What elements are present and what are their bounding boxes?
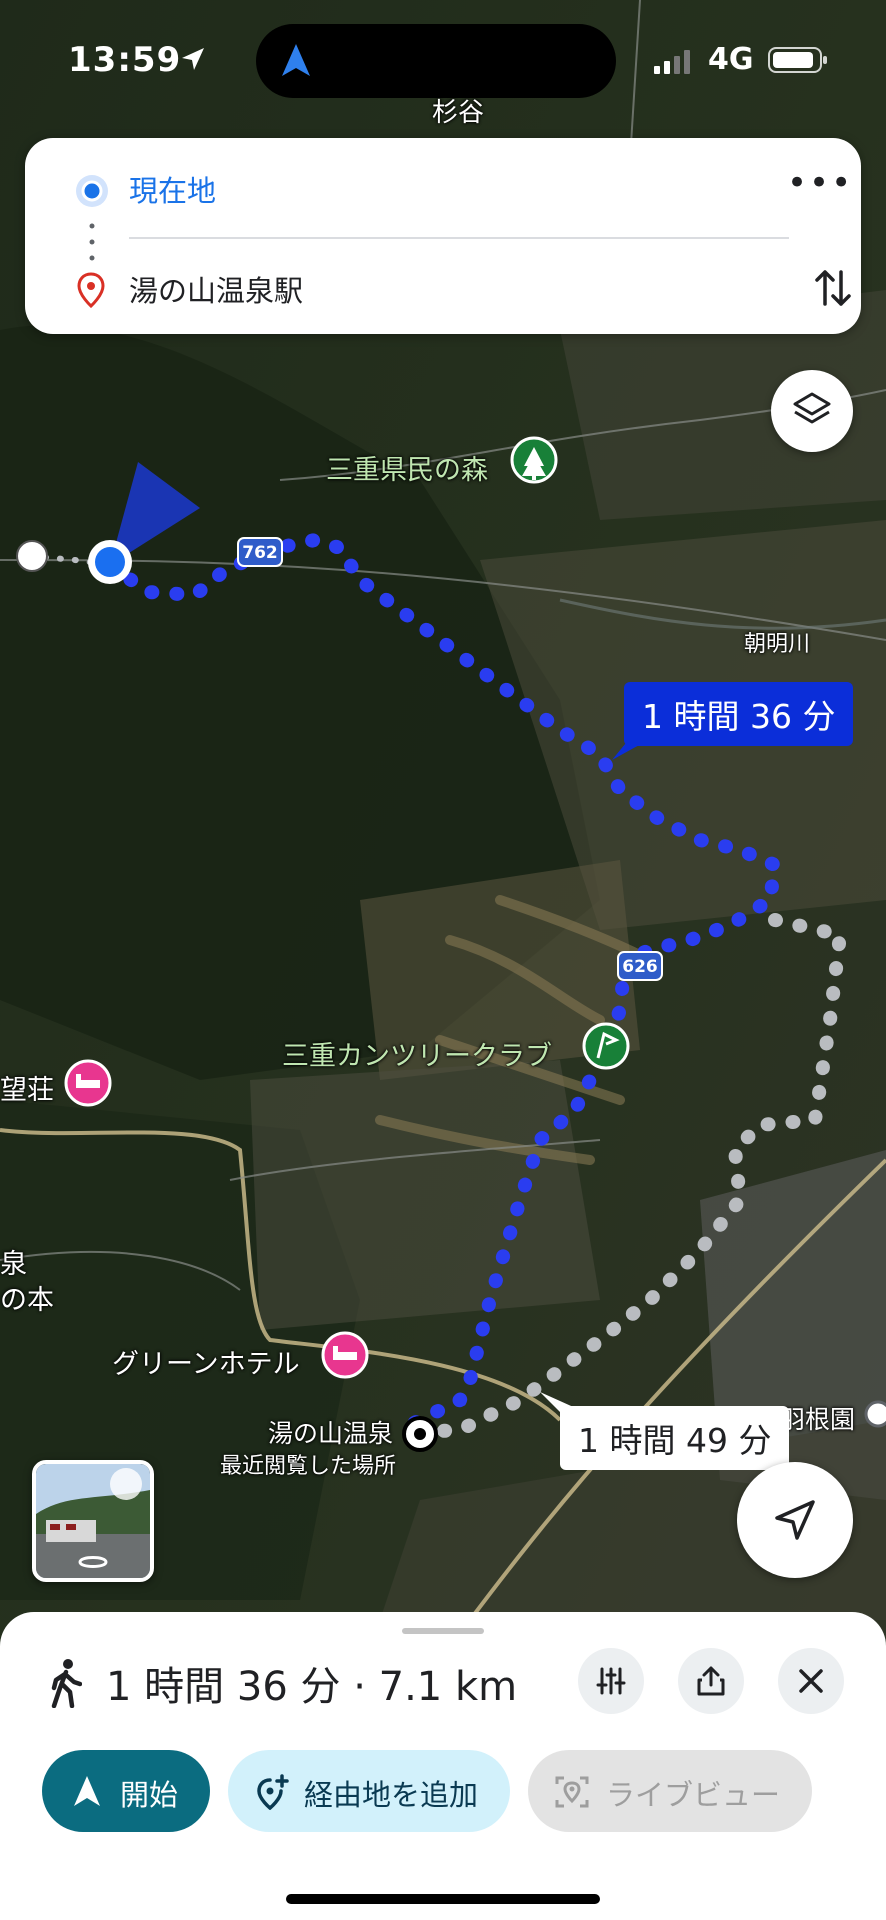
route-summary: 1 時間 36 分 · 7.1 km [106, 1664, 518, 1710]
street-view-image [36, 1464, 150, 1578]
map-label-nohon: の本 [0, 1285, 54, 1316]
golf-pin-icon [582, 1022, 630, 1070]
add-stop-label: 経由地を追加 [304, 1778, 479, 1812]
navigation-arrow-icon [282, 44, 310, 76]
field-divider [129, 237, 789, 239]
layers-button[interactable] [771, 370, 853, 452]
location-arrow-icon [182, 48, 204, 70]
origin-gray-dot [16, 540, 48, 572]
current-location-icon [76, 175, 108, 207]
share-button[interactable] [678, 1648, 744, 1714]
forest-pin-icon [510, 436, 558, 484]
map-label-forest[interactable]: 三重県民の森 [326, 448, 488, 487]
map-label-green-hotel[interactable]: グリーンホテル [112, 1342, 300, 1381]
destination-field[interactable]: 湯の山温泉駅 [129, 268, 303, 310]
dynamic-island [256, 24, 616, 98]
hotel-pin-icon [321, 1331, 369, 1379]
status-time: 13:59 [68, 40, 182, 80]
share-icon [697, 1666, 725, 1696]
map-label-onsen: 泉 [0, 1249, 27, 1280]
add-stop-button[interactable]: 経由地を追加 [228, 1750, 510, 1832]
origin-field[interactable]: 現在地 [129, 168, 216, 210]
map-label-hotel-left[interactable]: 望荘 [0, 1068, 54, 1107]
navigation-arrow-icon [775, 1500, 815, 1540]
sheet-drag-handle[interactable] [402, 1628, 484, 1634]
add-location-icon [257, 1774, 289, 1810]
destination-pin-icon [77, 272, 105, 308]
signal-icon [654, 50, 690, 74]
street-view-thumbnail[interactable] [32, 1460, 154, 1582]
svg-text:762: 762 [242, 543, 278, 563]
start-button-label: 開始 [120, 1778, 179, 1812]
layers-icon [793, 392, 831, 424]
start-button[interactable]: 開始 [42, 1750, 210, 1832]
close-icon [799, 1669, 823, 1693]
network-type: 4G [708, 42, 754, 77]
directions-bottom-sheet: 1 時間 36 分 · 7.1 km 開始 経由地を追加 ライブビュー [0, 1612, 886, 1920]
alternate-route-time-bubble[interactable]: 1 時間 49 分 [560, 1406, 790, 1470]
recenter-button[interactable] [737, 1462, 853, 1578]
live-view-icon [555, 1776, 589, 1808]
road-shield-762: 762 [237, 537, 283, 567]
navigation-arrow-icon [74, 1776, 100, 1806]
live-view-label: ライブビュー [606, 1778, 781, 1812]
status-bar: 13:59 4G [0, 0, 886, 120]
route-options-button[interactable] [578, 1648, 644, 1714]
map-label-golf[interactable]: 三重カンツリークラブ [282, 1034, 552, 1073]
battery-icon [768, 47, 827, 73]
close-button[interactable] [778, 1648, 844, 1714]
live-view-button[interactable]: ライブビュー [528, 1750, 812, 1832]
map-label-river: 朝明川 [744, 632, 811, 657]
directions-card: 現在地 ••• 湯の山温泉駅 [25, 138, 861, 334]
selected-route-time-bubble[interactable]: 1 時間 36 分 [624, 682, 854, 746]
swap-icon[interactable] [811, 264, 855, 312]
tune-icon [596, 1667, 626, 1695]
more-options-icon[interactable]: ••• [787, 166, 851, 208]
walking-icon [51, 1659, 82, 1708]
place-marker-icon [864, 1400, 886, 1428]
map-label-hane: 羽根園 [780, 1405, 856, 1434]
map-label-station[interactable]: 湯の山温泉 [268, 1414, 393, 1450]
map-label-recent: 最近閲覧した場所 [220, 1454, 397, 1479]
svg-text:626: 626 [622, 957, 658, 977]
road-shield-626: 626 [617, 951, 663, 981]
hotel-pin-icon [64, 1059, 112, 1107]
route-connector-dots [89, 223, 95, 261]
home-indicator[interactable] [286, 1894, 600, 1904]
